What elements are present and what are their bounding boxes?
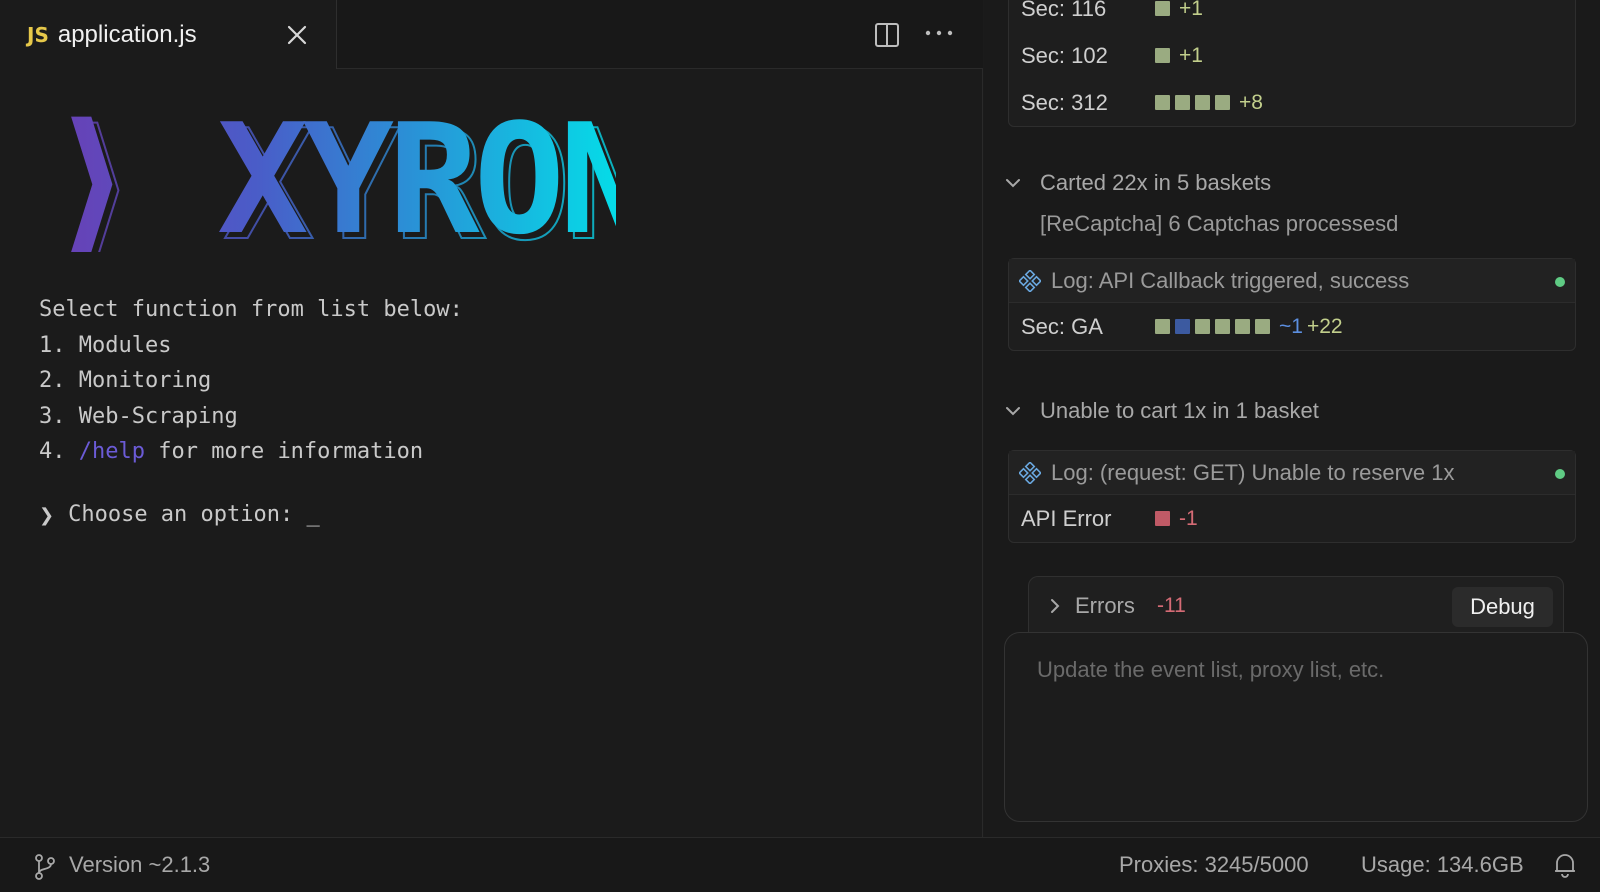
js-file-icon: JS	[27, 22, 49, 47]
stat-row: Sec: 102 +1	[1021, 42, 1203, 68]
stat-row: Sec: 116 +1	[1021, 0, 1203, 21]
usage-indicator: Usage: 134.6GB	[1361, 852, 1524, 877]
terminal-output: Select function from list below: 1. Modu…	[39, 292, 463, 532]
chevron-down-icon	[1006, 407, 1020, 416]
terminal-prompt[interactable]: ❯ Choose an option: _	[39, 497, 463, 533]
close-icon[interactable]	[286, 24, 308, 46]
debug-button[interactable]: Debug	[1452, 587, 1553, 627]
status-square	[1175, 95, 1190, 110]
tab-bar: JS application.js	[0, 0, 983, 69]
help-command[interactable]: /help	[79, 439, 145, 464]
success-status-dot	[1555, 277, 1565, 287]
section-stats-card: Sec: 116 +1 Sec: 102 +1 Sec: 312 +8	[1008, 0, 1576, 127]
captcha-summary: [ReCaptcha] 6 Captchas processesd	[1040, 211, 1399, 236]
status-square	[1155, 1, 1170, 16]
group-unable-header[interactable]: Unable to cart 1x in 1 basket	[1004, 398, 1319, 424]
menu-option[interactable]: 3. Web-Scraping	[39, 399, 463, 435]
more-actions-icon[interactable]	[924, 26, 954, 40]
api-node-icon	[1019, 270, 1041, 292]
status-square	[1255, 319, 1270, 334]
chevron-down-icon	[1006, 179, 1020, 188]
tab-filename: application.js	[57, 20, 197, 48]
svg-text:⟩ XYRON: ⟩ XYRON	[46, 112, 616, 252]
status-square	[1155, 511, 1170, 526]
status-square	[1195, 95, 1210, 110]
status-square	[1175, 319, 1190, 334]
errors-drawer[interactable]: Errors -11 Debug	[1028, 576, 1564, 636]
proxies-count: Proxies: 3245/5000	[1119, 852, 1309, 877]
tab-application-js[interactable]: JS application.js	[0, 0, 337, 69]
split-editor-icon[interactable]	[874, 22, 900, 48]
status-square	[1155, 319, 1170, 334]
command-input[interactable]	[1017, 647, 1573, 807]
chevron-right-icon	[1051, 599, 1060, 613]
status-square	[1215, 319, 1230, 334]
status-bar: Version ~2.1.3 Proxies: 3245/5000 Usage:…	[0, 837, 1600, 892]
menu-option[interactable]: 2. Monitoring	[39, 363, 463, 399]
status-square	[1215, 95, 1230, 110]
group-carted-header[interactable]: Carted 22x in 5 baskets	[1004, 170, 1271, 196]
bell-icon[interactable]	[1553, 852, 1577, 878]
status-square	[1195, 319, 1210, 334]
menu-option[interactable]: 1. Modules	[39, 328, 463, 364]
stat-row: Sec: 312 +8	[1021, 89, 1263, 115]
status-square	[1235, 319, 1250, 334]
status-square	[1155, 95, 1170, 110]
command-input-box	[1004, 632, 1588, 822]
stat-row: Sec: GA ~1 +22	[1021, 313, 1343, 339]
activity-panel: Sec: 116 +1 Sec: 102 +1 Sec: 312 +8 Cart…	[984, 0, 1600, 837]
log-card-success: Log: API Callback triggered, success Sec…	[1008, 258, 1576, 351]
version-label[interactable]: Version ~2.1.3	[69, 852, 210, 878]
xyron-logo: ⟩ XYRON ⟩ XYRON	[46, 112, 616, 252]
status-square	[1155, 48, 1170, 63]
success-status-dot	[1555, 469, 1565, 479]
log-card-error: Log: (request: GET) Unable to reserve 1x…	[1008, 450, 1576, 543]
errors-label: Errors	[1075, 593, 1135, 618]
api-node-icon	[1019, 462, 1041, 484]
log-entry[interactable]: Log: (request: GET) Unable to reserve 1x	[1009, 451, 1575, 495]
menu-option-help[interactable]: 4. /help for more information	[39, 434, 463, 470]
editor-pane: JS application.js ⟩ XYRON ⟩ XYRON Select…	[0, 0, 983, 837]
prompt-caret-icon: ❯	[39, 504, 55, 526]
stat-row: API Error -1	[1021, 505, 1198, 531]
git-branch-icon	[35, 854, 55, 880]
log-entry[interactable]: Log: API Callback triggered, success	[1009, 259, 1575, 303]
errors-count: -11	[1157, 594, 1186, 617]
terminal-intro: Select function from list below:	[39, 297, 463, 322]
